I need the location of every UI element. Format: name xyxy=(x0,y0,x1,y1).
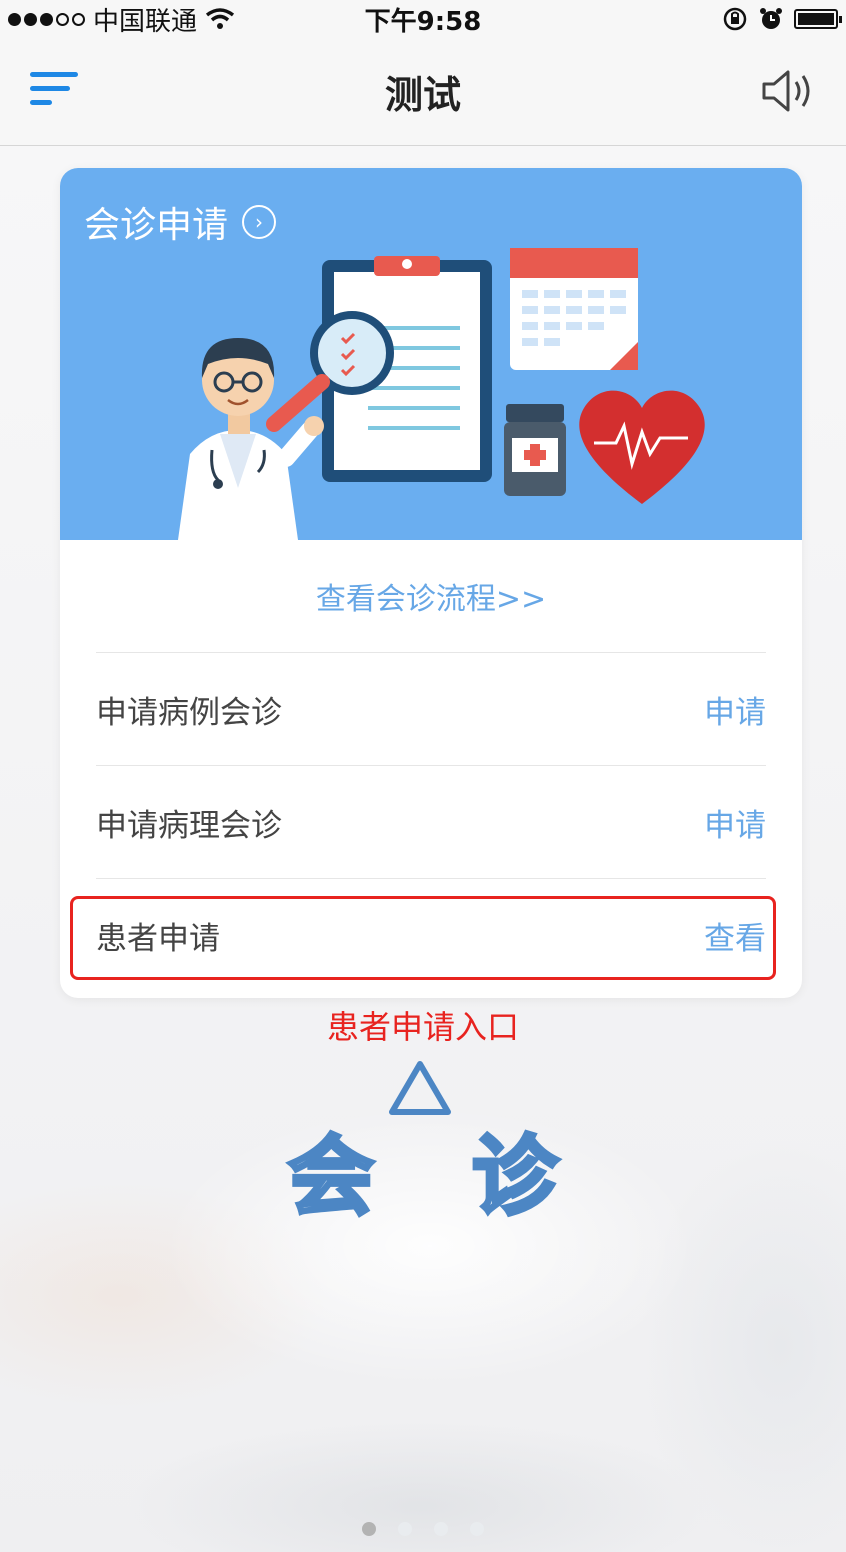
list-item-label: 申请病理会诊 xyxy=(96,807,282,844)
consultation-logo: 会 诊 xyxy=(286,1061,561,1229)
alarm-icon xyxy=(760,8,782,29)
page-dot[interactable] xyxy=(398,1522,412,1536)
apply-pathology-button[interactable]: 申请 xyxy=(704,800,766,845)
page-dot[interactable] xyxy=(434,1522,448,1536)
chevron-right-circle-icon: › xyxy=(242,205,277,239)
apply-case-button[interactable]: 申请 xyxy=(704,687,766,732)
list-item-label: 申请病例会诊 xyxy=(96,694,282,731)
page-title: 测试 xyxy=(384,73,461,117)
annotation-label: 患者申请入口 xyxy=(326,1008,519,1046)
navigation-bar: 测试 xyxy=(0,38,846,146)
status-left: 中国联通 xyxy=(8,1,235,38)
wifi-icon xyxy=(205,8,235,29)
consultation-banner[interactable]: 会诊申请 › xyxy=(60,168,802,540)
rotation-lock-icon xyxy=(723,7,747,31)
page-dot[interactable] xyxy=(470,1522,484,1536)
logo-char-1: 会 xyxy=(288,1127,374,1227)
page-indicator xyxy=(0,1522,846,1536)
annotation-highlight-box xyxy=(70,896,776,980)
banner-title: 会诊申请 xyxy=(84,205,229,246)
banner-title-link[interactable]: 会诊申请 › xyxy=(84,196,277,248)
status-bar: 中国联通 下午9:58 xyxy=(0,0,846,38)
carrier-name: 中国联通 xyxy=(93,6,198,37)
list-item-case-consultation[interactable]: 申请病例会诊 申请 xyxy=(96,652,766,765)
menu-icon[interactable] xyxy=(30,72,82,112)
status-right xyxy=(722,6,842,32)
page-dot-active[interactable] xyxy=(362,1522,376,1536)
battery-icon xyxy=(794,9,842,29)
view-consultation-flow-link[interactable]: 查看会诊流程>> xyxy=(60,540,802,652)
list-item-pathology-consultation[interactable]: 申请病理会诊 申请 xyxy=(96,765,766,878)
logo-char-2: 诊 xyxy=(472,1127,559,1227)
speaker-icon[interactable] xyxy=(758,68,818,114)
signal-strength-icon xyxy=(8,12,85,26)
consultation-card: 会诊申请 › 查看会诊流程>> 申请病例会诊 申请 申请病理会诊 申请 患者申请… xyxy=(60,168,802,998)
